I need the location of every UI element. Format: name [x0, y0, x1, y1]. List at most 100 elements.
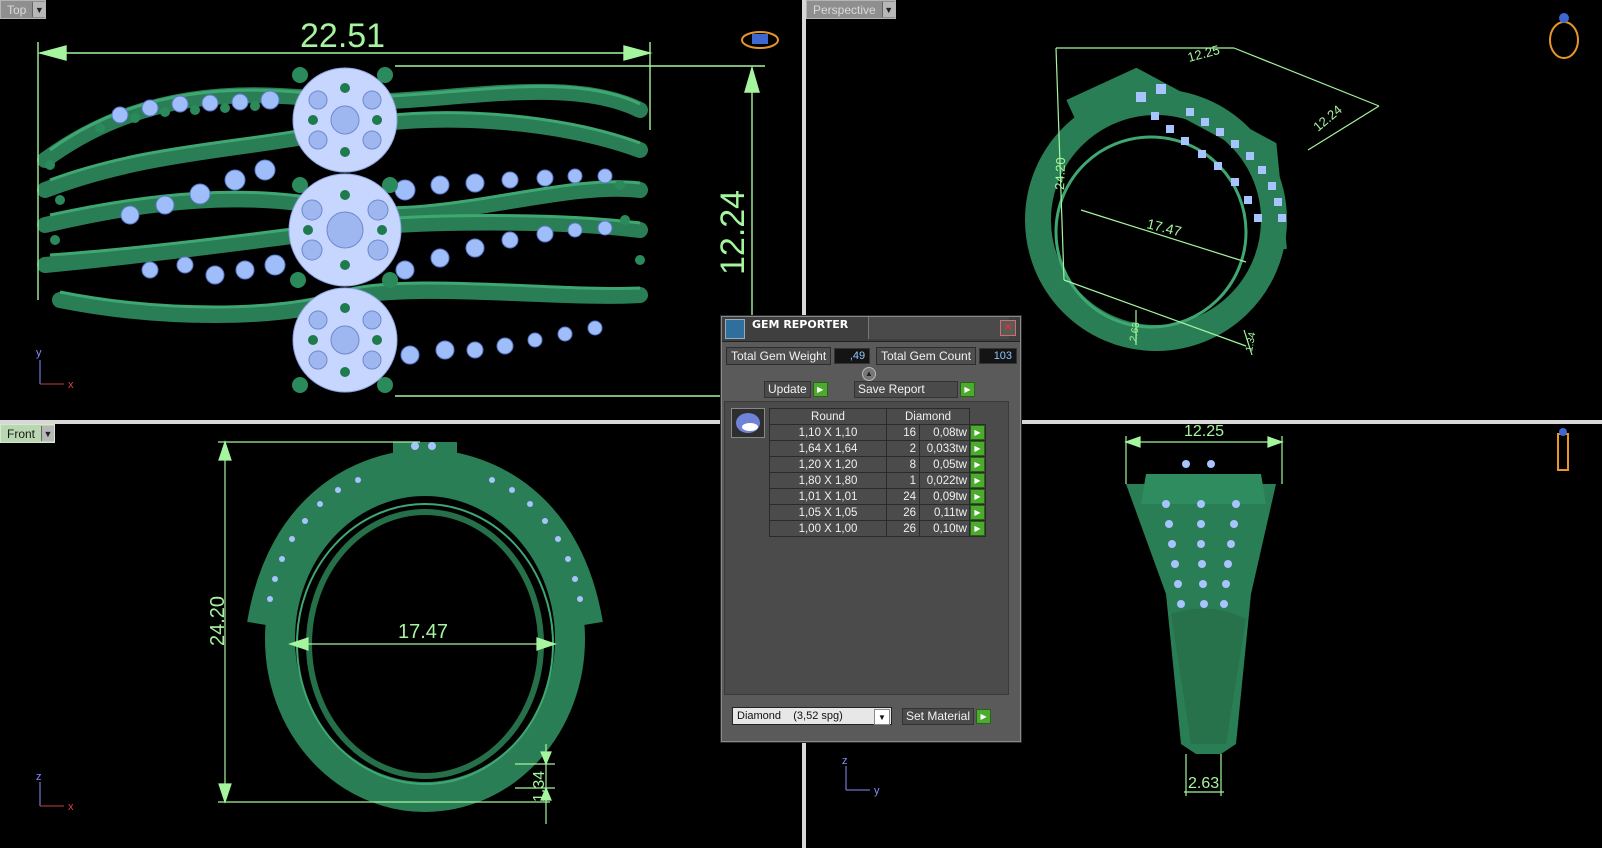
update-button-label: Update — [764, 380, 811, 398]
chevron-down-icon[interactable]: ▼ — [41, 426, 55, 441]
gem-table-row[interactable]: 1,20 X 1,20 8 0,05tw ▶ — [769, 456, 986, 473]
row-select-button[interactable]: ▶ — [969, 520, 986, 537]
right-top-dim: 12.25 — [1184, 424, 1224, 440]
persp-side-dim: 12.24 — [1310, 102, 1345, 134]
gem-table: Round Diamond 1,10 X 1,10 16 0,08tw ▶ 1,64 X… — [769, 408, 986, 537]
gem-table-row[interactable]: 1,01 X 1,01 24 0,09tw ▶ — [769, 488, 986, 505]
gem-table-header: Round Diamond — [769, 408, 986, 425]
material-select[interactable]: Diamond (3,52 spg) ▼ — [732, 707, 892, 725]
viewport-top-label-text: Top — [7, 2, 27, 17]
total-count-row: Total Gem Count 103 — [876, 347, 1018, 365]
gem-count: 26 — [886, 520, 920, 537]
view-cube-ring-icon[interactable] — [741, 31, 779, 49]
row-select-button[interactable]: ▶ — [969, 440, 986, 457]
front-ring — [247, 442, 603, 812]
gem-count: 26 — [886, 504, 920, 521]
persp-top-dim: 12.25 — [1186, 42, 1221, 65]
gem-table-row[interactable]: 1,05 X 1,05 26 0,11tw ▶ — [769, 504, 986, 521]
axis-z-label: z — [842, 755, 848, 767]
gem-reporter-app-icon — [725, 319, 745, 339]
update-button[interactable]: Update ▶ — [764, 380, 828, 398]
gem-weight: 0,11tw — [919, 504, 970, 521]
row-select-button[interactable]: ▶ — [969, 472, 986, 489]
viewport-front-label[interactable]: Front ▼ — [0, 424, 56, 443]
play-arrow-icon: ▶ — [970, 521, 985, 536]
set-material-button[interactable]: Set Material ▶ — [902, 707, 992, 725]
right-ring — [1126, 460, 1276, 754]
gem-size: 1,05 X 1,05 — [769, 504, 887, 521]
total-weight-value: ,49 — [834, 348, 871, 364]
top-scene: 22.51 12.24 y x — [36, 17, 779, 397]
gem-size: 1,10 X 1,10 — [769, 424, 887, 441]
viewport-perspective-label[interactable]: Perspective ▼ — [806, 0, 896, 19]
axis-z-label: z — [36, 771, 42, 783]
play-arrow-icon: ▶ — [812, 381, 828, 397]
collapse-toggle-icon[interactable]: ▲ — [862, 367, 876, 381]
gem-weight: 0,09tw — [919, 488, 970, 505]
chevron-down-icon[interactable]: ▼ — [32, 2, 46, 17]
close-icon[interactable]: ✕ — [1000, 320, 1016, 336]
gem-table-row[interactable]: 1,80 X 1,80 1 0,022tw ▶ — [769, 472, 986, 489]
material-select-value: Diamond (3,52 spg) — [737, 710, 843, 722]
front-band-dim: 1.34 — [531, 771, 548, 802]
top-height-dim: 12.24 — [714, 190, 752, 275]
row-select-button[interactable]: ▶ — [969, 424, 986, 441]
row-select-button[interactable]: ▶ — [969, 456, 986, 473]
viewport-front[interactable]: 24.20 17.47 1.34 z x Front ▼ — [0, 424, 802, 848]
view-cube-ring-icon[interactable] — [1549, 13, 1579, 59]
viewport-perspective-label-text: Perspective — [813, 2, 876, 17]
gem-reporter-titlebar[interactable]: GEM REPORTER ✕ — [722, 317, 1020, 342]
titlebar-spacer — [868, 317, 1009, 339]
gem-table-row[interactable]: 1,64 X 1,64 2 0,033tw ▶ — [769, 440, 986, 457]
total-weight-row: Total Gem Weight ,49 — [726, 347, 871, 365]
axis-x-label: x — [68, 379, 74, 391]
gem-list-panel: Round Diamond 1,10 X 1,10 16 0,08tw ▶ 1,64 X… — [724, 401, 1009, 695]
front-height-dim: 24.20 — [207, 596, 229, 646]
play-arrow-icon: ▶ — [970, 505, 985, 520]
total-count-label: Total Gem Count — [876, 347, 977, 365]
total-count-value: 103 — [979, 348, 1018, 364]
play-arrow-icon: ▶ — [970, 473, 985, 488]
header-diamond: Diamond — [886, 408, 970, 425]
gem-weight: 0,022tw — [919, 472, 970, 489]
gem-table-row[interactable]: 1,10 X 1,10 16 0,08tw ▶ — [769, 424, 986, 441]
viewport-top-label[interactable]: Top ▼ — [0, 0, 47, 19]
axis-x-label: x — [68, 801, 74, 813]
gem-count: 2 — [886, 440, 920, 457]
axis-y-label: y — [36, 347, 42, 359]
play-arrow-icon: ▶ — [970, 425, 985, 440]
persp-small-right-dim: 1.34 — [1244, 331, 1258, 353]
row-select-button[interactable]: ▶ — [969, 488, 986, 505]
gem-size: 1,01 X 1,01 — [769, 488, 887, 505]
chevron-down-icon[interactable]: ▼ — [881, 2, 895, 17]
axis-widget-right: z y — [842, 755, 880, 797]
play-arrow-icon: ▶ — [970, 489, 985, 504]
gem-weight: 0,10tw — [919, 520, 970, 537]
right-bottom-dim: 2.63 — [1188, 775, 1219, 792]
view-cube-ring-icon[interactable] — [1557, 428, 1569, 471]
chevron-down-icon[interactable]: ▼ — [874, 709, 890, 725]
center-clusters — [288, 67, 402, 393]
save-report-button[interactable]: Save Report ▶ — [854, 380, 975, 398]
header-round: Round — [769, 408, 887, 425]
row-select-button[interactable]: ▶ — [969, 504, 986, 521]
viewport-front-label-text: Front — [7, 426, 36, 441]
gem-count: 1 — [886, 472, 920, 489]
gem-reporter-dialog[interactable]: GEM REPORTER ✕ Total Gem Weight ,49 Tota… — [721, 316, 1021, 742]
viewport-top[interactable]: 22.51 12.24 y x Top ▼ — [0, 0, 802, 420]
gem-size: 1,80 X 1,80 — [769, 472, 887, 489]
gem-size: 1,00 X 1,00 — [769, 520, 887, 537]
gem-table-row[interactable]: 1,00 X 1,00 26 0,10tw ▶ — [769, 520, 986, 537]
set-material-button-label: Set Material — [902, 707, 975, 725]
total-weight-label: Total Gem Weight — [726, 347, 832, 365]
diamond-gem-icon[interactable] — [731, 408, 765, 438]
material-row: Diamond (3,52 spg) ▼ Set Material ▶ — [732, 707, 992, 725]
axis-widget-front: z x — [36, 771, 74, 813]
top-width-dim: 22.51 — [300, 17, 385, 55]
gem-weight: 0,05tw — [919, 456, 970, 473]
gem-size: 1,64 X 1,64 — [769, 440, 887, 457]
play-arrow-icon: ▶ — [976, 708, 992, 724]
gem-count: 16 — [886, 424, 920, 441]
gem-size: 1,20 X 1,20 — [769, 456, 887, 473]
front-scene: 24.20 17.47 1.34 z x — [36, 440, 603, 824]
